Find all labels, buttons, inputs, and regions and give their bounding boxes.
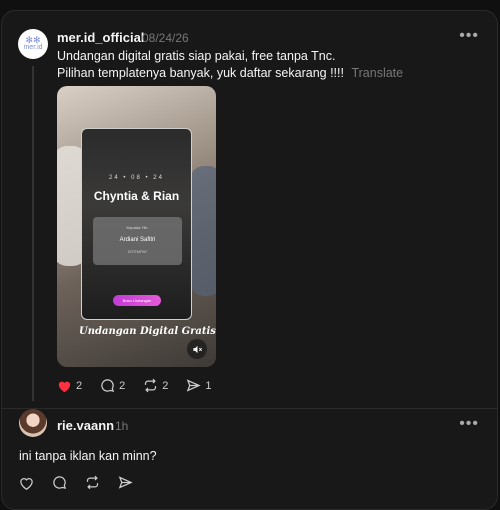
open-invitation-button: Buka Undangan <box>113 295 161 306</box>
invitation-date: 24 • 08 • 24 <box>109 175 164 181</box>
mute-button[interactable] <box>187 339 207 359</box>
invitation-guest-box: Kepada Yth. Ardiani Safitri DITEMPAT <box>93 217 182 265</box>
invitation-title: Chyntia & Rian <box>93 189 180 203</box>
share-button[interactable]: 1 <box>186 378 212 393</box>
reply-time: 1h <box>115 419 129 433</box>
heart-filled-icon <box>58 381 71 392</box>
thread-card: ✻✻ mer.id mer.id_official 08/24/26 ••• U… <box>1 10 498 510</box>
more-options-icon[interactable]: ••• <box>459 27 479 45</box>
post-video[interactable]: 24 • 08 • 24 Chyntia & Rian Kepada Yth. … <box>57 86 216 367</box>
send-icon <box>187 379 202 392</box>
share-button[interactable] <box>118 475 133 490</box>
comment-icon <box>101 379 115 393</box>
guest-name: Ardiani Safitri <box>119 237 156 243</box>
comment-count: 2 <box>119 379 126 392</box>
repost-icon <box>86 475 99 490</box>
post-text-line-1: Undangan digital gratis siap pakai, free… <box>57 49 336 63</box>
repost-button[interactable]: 2 <box>143 378 168 393</box>
video-caption: Undangan Digital Gratis <box>79 326 216 337</box>
like-button[interactable]: 2 <box>57 379 82 393</box>
post-text-line-2-content: Pilihan templatenya banyak, yuk daftar s… <box>57 66 344 80</box>
post-actions: 2 2 2 1 <box>57 378 230 393</box>
avatar[interactable]: ✻✻ mer.id <box>18 29 48 59</box>
invitation-preview: 24 • 08 • 24 Chyntia & Rian Kepada Yth. … <box>81 128 192 320</box>
reply-avatar[interactable] <box>19 409 47 437</box>
repost-icon <box>145 378 157 393</box>
like-button[interactable] <box>19 476 34 490</box>
speaker-muted-icon <box>192 345 202 353</box>
thread-line <box>32 66 34 401</box>
like-count: 2 <box>76 379 83 392</box>
reply-username[interactable]: rie.vaann <box>57 418 114 433</box>
post-username[interactable]: mer.id_official <box>57 30 144 45</box>
more-options-icon[interactable]: ••• <box>459 415 479 433</box>
background-person <box>190 166 216 296</box>
repost-button[interactable] <box>85 475 100 490</box>
post-text-line-2: Pilihan templatenya banyak, yuk daftar s… <box>57 66 403 80</box>
guest-label: Kepada Yth. <box>126 225 149 230</box>
comment-button[interactable] <box>52 475 67 490</box>
repost-count: 2 <box>162 379 169 392</box>
heart-icon <box>20 477 33 490</box>
brand-logo-text: mer.id <box>23 44 43 51</box>
reply-text: ini tanpa iklan kan minn? <box>19 449 157 463</box>
comment-icon <box>53 476 67 490</box>
share-count: 1 <box>205 379 212 392</box>
divider <box>2 408 497 409</box>
send-icon <box>118 476 133 489</box>
guest-sub: DITEMPAT <box>127 249 148 254</box>
brand-logo-icon: ✻✻ <box>25 35 41 45</box>
translate-link[interactable]: Translate <box>351 66 403 80</box>
comment-button[interactable]: 2 <box>100 378 125 393</box>
post-date: 08/24/26 <box>142 31 189 45</box>
reply-actions <box>19 475 151 490</box>
